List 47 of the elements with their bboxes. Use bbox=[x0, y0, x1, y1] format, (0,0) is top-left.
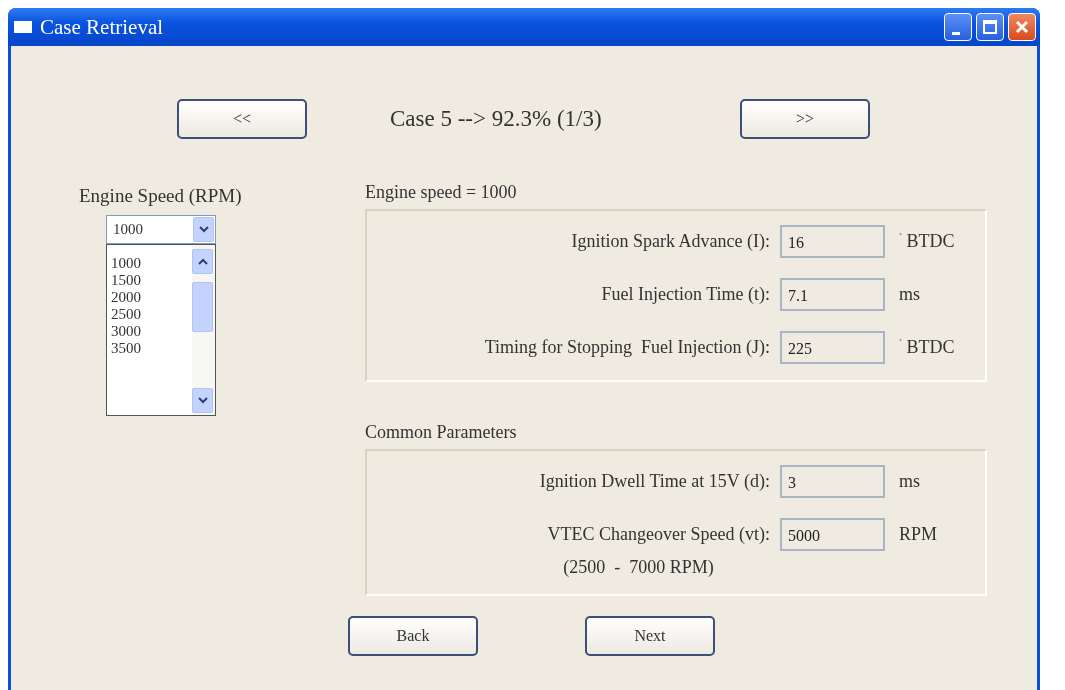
list-item[interactable]: 3500 bbox=[111, 340, 192, 357]
engine-speed-dropdown[interactable]: 1000 bbox=[106, 215, 216, 244]
case-label: Case 5 --> 92.3% (1/3) bbox=[390, 106, 603, 132]
unit-label: ms bbox=[898, 471, 921, 492]
text-field[interactable]: 225 bbox=[780, 331, 885, 364]
minimize-icon bbox=[952, 31, 960, 35]
field-label: VTEC Changeover Speed (vt): bbox=[546, 524, 771, 545]
window-title: Case Retrieval bbox=[40, 14, 165, 40]
list-item[interactable]: 1500 bbox=[111, 272, 192, 289]
chevron-down-icon bbox=[198, 226, 209, 233]
close-icon bbox=[1015, 20, 1029, 34]
minimize-button[interactable] bbox=[944, 13, 972, 41]
group-title: Engine speed = 1000 bbox=[365, 182, 518, 203]
text-field[interactable]: 16 bbox=[780, 225, 885, 258]
previous-button[interactable]: << bbox=[177, 99, 307, 139]
close-button[interactable] bbox=[1008, 13, 1036, 41]
dropdown-button[interactable] bbox=[193, 217, 214, 242]
scroll-down-button[interactable] bbox=[192, 388, 213, 413]
list-item[interactable]: 3000 bbox=[111, 323, 192, 340]
range-note: (2500 - 7000 RPM) bbox=[562, 557, 715, 578]
field-label: Fuel Injection Time (t): bbox=[600, 284, 771, 305]
next-case-button[interactable]: >> bbox=[740, 99, 870, 139]
unit-label: $^{˚}$ BTDC bbox=[898, 231, 956, 252]
text-field[interactable]: 7.1 bbox=[780, 278, 885, 311]
unit-label: RPM bbox=[898, 524, 939, 545]
chevron-up-icon bbox=[197, 258, 208, 265]
maximize-icon bbox=[983, 20, 997, 34]
field-label: Engine Speed (RPM) bbox=[79, 185, 242, 207]
scrollbar-thumb[interactable] bbox=[192, 282, 213, 332]
text-field[interactable]: 3 bbox=[780, 465, 885, 498]
scroll-up-button[interactable] bbox=[192, 249, 213, 274]
maximize-button[interactable] bbox=[976, 13, 1004, 41]
field-label: Timing for Stopping Fuel Injection (J): bbox=[483, 337, 771, 358]
unit-label: ms bbox=[898, 284, 921, 305]
field-label: Ignition Spark Advance (I): bbox=[570, 231, 771, 252]
list-item[interactable]: 1000 bbox=[111, 255, 192, 272]
field-label: Ignition Dwell Time at 15V (d): bbox=[538, 471, 771, 492]
dialog-button[interactable]: Back bbox=[348, 616, 478, 656]
list-item[interactable]: 2500 bbox=[111, 306, 192, 323]
window-icon bbox=[14, 21, 32, 33]
text-field[interactable]: 5000 bbox=[780, 518, 885, 551]
scrollbar[interactable] bbox=[192, 245, 215, 415]
list-item[interactable]: 2000 bbox=[111, 289, 192, 306]
dialog-button[interactable]: Next bbox=[585, 616, 715, 656]
unit-label: $^{˚}$ BTDC bbox=[898, 337, 956, 358]
group-title: Common Parameters bbox=[365, 422, 518, 443]
chevron-down-icon bbox=[197, 397, 208, 404]
